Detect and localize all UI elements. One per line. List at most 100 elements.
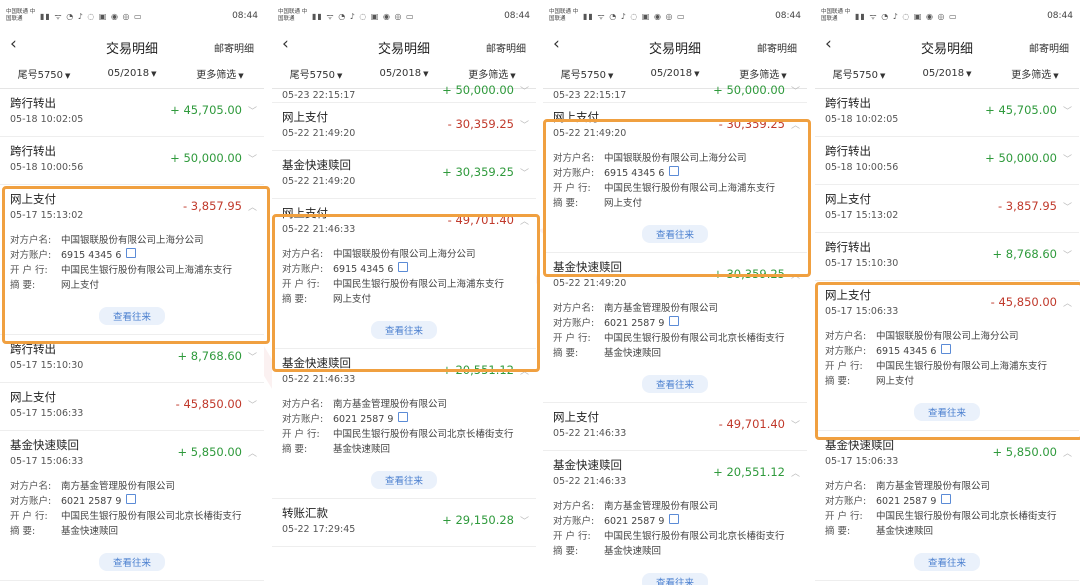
transaction-list: 05-23 22:15:17 + 50,000.00 ﹀ 网上支付 05-22 21:4…	[543, 83, 807, 585]
transaction-row[interactable]: 跨行转出 05-18 10:00:56 + 50,000.00 ﹀	[0, 137, 264, 185]
caret-down-icon: ▼	[966, 70, 972, 78]
mail-statement-button[interactable]: 邮寄明细	[757, 40, 797, 55]
caret-down-icon: ▼	[423, 70, 429, 78]
detail-key: 对方账户:	[553, 318, 595, 329]
chevron-up-icon[interactable]: ︿	[520, 364, 529, 377]
chevron-down-icon[interactable]: ﹀	[248, 398, 257, 411]
transaction-row[interactable]: 网上支付 05-22 21:49:20 - 30,359.25 ︿ 对方户名: 中国银联股…	[543, 103, 807, 253]
chevron-down-icon[interactable]: ﹀	[520, 166, 529, 179]
chevron-up-icon[interactable]: ︿	[791, 118, 800, 131]
chevron-up-icon[interactable]: ︿	[791, 268, 800, 281]
transaction-amount: + 20,551.12	[713, 465, 785, 479]
view-history-button[interactable]: 查看往来	[98, 553, 166, 571]
filter-dropdown-2[interactable]: 更多筛选 ▼	[448, 66, 536, 81]
transaction-amount: + 30,359.25	[442, 165, 514, 179]
filter-dropdown-0[interactable]: 尾号5750 ▼	[543, 66, 631, 81]
transaction-row[interactable]: 网上支付 05-17 15:06:33 - 45,850.00 ︿ 对方户名: 中国银联股…	[815, 281, 1079, 431]
transaction-row[interactable]: 跨行转出 05-18 10:02:05 + 45,705.00 ﹀	[815, 89, 1079, 137]
chevron-down-icon[interactable]: ﹀	[1063, 200, 1072, 213]
view-history-button[interactable]: 查看往来	[913, 403, 981, 421]
chevron-down-icon[interactable]: ﹀	[520, 84, 529, 97]
chevron-down-icon[interactable]: ﹀	[248, 350, 257, 363]
filter-dropdown-0[interactable]: 尾号5750 ▼	[815, 66, 903, 81]
transaction-row[interactable]: 05-23 22:15:17 + 50,000.00 ﹀	[272, 83, 536, 103]
chevron-up-icon[interactable]: ︿	[1063, 446, 1072, 459]
external-link-icon[interactable]	[669, 316, 680, 326]
transaction-amount: - 49,701.40	[447, 213, 514, 227]
detail-key: 对方户名:	[282, 249, 324, 260]
chevron-up-icon[interactable]: ︿	[248, 446, 257, 459]
detail-value: 南方基金管理股份有限公司	[604, 303, 719, 314]
view-history-button[interactable]: 查看往来	[98, 307, 166, 325]
transaction-title: 跨行转出	[10, 144, 56, 158]
view-history-button[interactable]: 查看往来	[641, 375, 709, 393]
transaction-row[interactable]: 基金快速赎回 05-22 21:46:33 + 20,551.12 ︿ 对方户名: 南方基…	[543, 451, 807, 585]
view-history-button[interactable]: 查看往来	[370, 471, 438, 489]
transaction-title: 网上支付	[553, 410, 599, 424]
external-link-icon[interactable]	[398, 412, 409, 422]
transaction-row[interactable]: 基金快速赎回 05-22 21:46:33 + 20,551.12 ︿ 对方户名: 南方基…	[272, 349, 536, 499]
transaction-row[interactable]: 网上支付 05-22 21:46:33 - 49,701.40 ﹀	[543, 403, 807, 451]
chevron-up-icon[interactable]: ︿	[520, 214, 529, 227]
chevron-down-icon[interactable]: ﹀	[791, 418, 800, 431]
filter-dropdown-2[interactable]: 更多筛选 ▼	[176, 66, 264, 81]
chevron-down-icon[interactable]: ﹀	[248, 152, 257, 165]
filter-dropdown-1[interactable]: 05/2018 ▼	[88, 68, 176, 79]
filter-dropdown-0[interactable]: 尾号5750 ▼	[0, 66, 88, 81]
transaction-date: 05-18 10:00:56	[825, 162, 899, 173]
chevron-up-icon[interactable]: ︿	[1063, 296, 1072, 309]
chevron-down-icon[interactable]: ﹀	[1063, 152, 1072, 165]
mail-statement-button[interactable]: 邮寄明细	[486, 40, 526, 55]
transaction-row[interactable]: 转账汇款 05-22 17:29:45 + 29,150.28 ﹀	[272, 499, 536, 547]
chevron-down-icon[interactable]: ﹀	[520, 514, 529, 527]
chevron-down-icon[interactable]: ﹀	[520, 118, 529, 131]
external-link-icon[interactable]	[126, 494, 137, 504]
external-link-icon[interactable]	[669, 514, 680, 524]
transaction-row[interactable]: 网上支付 05-22 21:49:20 - 30,359.25 ﹀	[272, 103, 536, 151]
view-history-button[interactable]: 查看往来	[641, 225, 709, 243]
transaction-row[interactable]: 基金快速赎回 05-17 15:06:33 + 5,850.00 ︿ 对方户名: 南方基金…	[0, 431, 264, 581]
transaction-row[interactable]: 网上支付 05-17 15:06:33 - 45,850.00 ﹀	[0, 383, 264, 431]
external-link-icon[interactable]	[126, 248, 137, 258]
external-link-icon[interactable]	[941, 344, 952, 354]
mail-statement-button[interactable]: 邮寄明细	[214, 40, 254, 55]
mail-statement-button[interactable]: 邮寄明细	[1029, 40, 1069, 55]
transaction-amount: + 50,000.00	[442, 83, 514, 97]
chevron-down-icon[interactable]: ﹀	[1063, 104, 1072, 117]
transaction-row[interactable]: 基金快速赎回 05-22 21:49:20 + 30,359.25 ︿ 对方户名: 南方基…	[543, 253, 807, 403]
nav-bar: ‹ 交易明细 邮寄明细	[815, 32, 1079, 59]
filter-dropdown-1[interactable]: 05/2018 ▼	[903, 68, 991, 79]
filter-dropdown-2[interactable]: 更多筛选 ▼	[991, 66, 1079, 81]
transaction-date: 05-22 21:46:33	[282, 374, 356, 385]
chevron-down-icon[interactable]: ﹀	[248, 104, 257, 117]
view-history-button[interactable]: 查看往来	[370, 321, 438, 339]
transaction-amount: + 5,850.00	[177, 445, 242, 459]
chevron-down-icon[interactable]: ﹀	[791, 84, 800, 97]
chevron-down-icon[interactable]: ﹀	[1063, 248, 1072, 261]
transaction-row[interactable]: 网上支付 05-22 21:46:33 - 49,701.40 ︿ 对方户名: 中国银联股…	[272, 199, 536, 349]
transaction-row[interactable]: 跨行转出 05-17 15:10:30 + 8,768.60 ﹀	[815, 233, 1079, 281]
chevron-up-icon[interactable]: ︿	[791, 466, 800, 479]
view-history-button[interactable]: 查看往来	[641, 573, 709, 585]
external-link-icon[interactable]	[669, 166, 680, 176]
transaction-row[interactable]: 05-23 22:15:17 + 50,000.00 ﹀	[543, 83, 807, 103]
filter-dropdown-2[interactable]: 更多筛选 ▼	[719, 66, 807, 81]
detail-key: 对方账户:	[10, 250, 52, 261]
view-history-button[interactable]: 查看往来	[913, 553, 981, 571]
external-link-icon[interactable]	[941, 494, 952, 504]
status-time: 08:44	[232, 11, 258, 21]
filter-dropdown-1[interactable]: 05/2018 ▼	[631, 68, 719, 79]
filter-label: 更多筛选	[739, 70, 780, 81]
transaction-row[interactable]: 基金快速赎回 05-22 21:49:20 + 30,359.25 ﹀	[272, 151, 536, 199]
chevron-up-icon[interactable]: ︿	[248, 200, 257, 213]
status-bar: 中国联通 中国联通 ▮▮ ᯤ ◔ ♪ ◌ ▣ ◉ ◎ ▭ 08:44	[272, 0, 536, 32]
transaction-row[interactable]: 基金快速赎回 05-17 15:06:33 + 5,850.00 ︿ 对方户名: 南方基金…	[815, 431, 1079, 581]
transaction-row[interactable]: 跨行转出 05-17 15:10:30 + 8,768.60 ﹀	[0, 335, 264, 383]
filter-dropdown-1[interactable]: 05/2018 ▼	[360, 68, 448, 79]
filter-dropdown-0[interactable]: 尾号5750 ▼	[272, 66, 360, 81]
transaction-row[interactable]: 网上支付 05-17 15:13:02 - 3,857.95 ︿ 对方户名: 中国银联股份…	[0, 185, 264, 335]
external-link-icon[interactable]	[398, 262, 409, 272]
transaction-row[interactable]: 网上支付 05-17 15:13:02 - 3,857.95 ﹀	[815, 185, 1079, 233]
transaction-row[interactable]: 跨行转出 05-18 10:02:05 + 45,705.00 ﹀	[0, 89, 264, 137]
transaction-row[interactable]: 跨行转出 05-18 10:00:56 + 50,000.00 ﹀	[815, 137, 1079, 185]
